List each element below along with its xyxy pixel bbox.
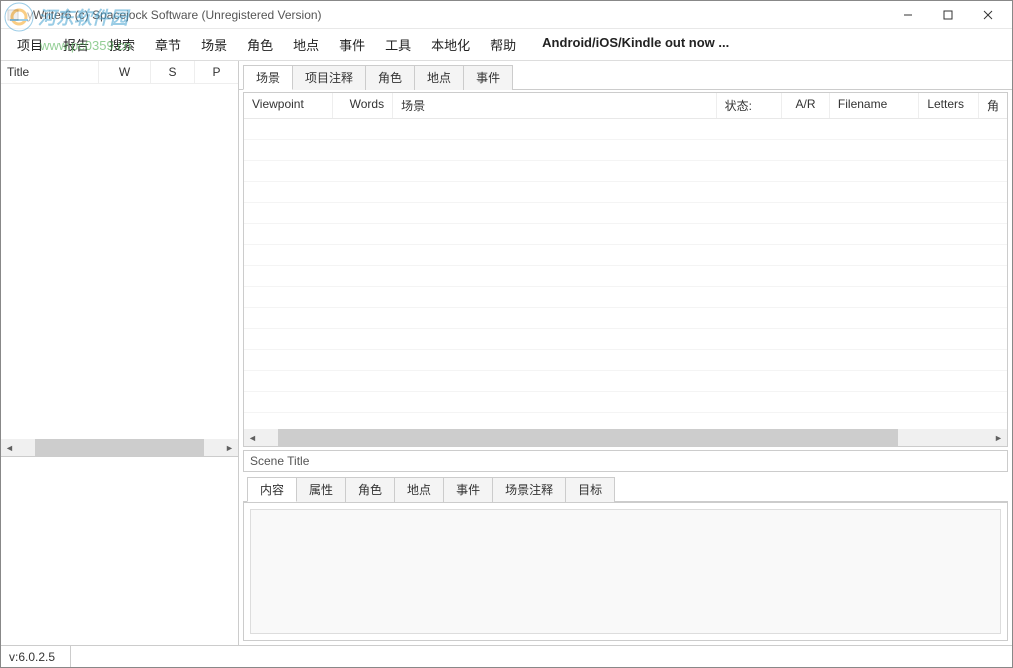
table-row[interactable] bbox=[244, 140, 1007, 161]
col-viewpoint[interactable]: Viewpoint bbox=[244, 93, 333, 118]
table-row[interactable] bbox=[244, 119, 1007, 140]
scroll-right-icon[interactable]: ► bbox=[221, 439, 238, 456]
scroll-thumb[interactable] bbox=[35, 439, 204, 456]
chapter-panel: Title W S P ◄ ► bbox=[1, 61, 238, 457]
menu-character[interactable]: 角色 bbox=[237, 31, 283, 58]
table-row[interactable] bbox=[244, 350, 1007, 371]
col-p[interactable]: P bbox=[195, 61, 238, 83]
window-title: yWriter6 (c) Spacejock Software (Unregis… bbox=[27, 8, 888, 22]
lower-tabs: 内容 属性 角色 地点 事件 场景注释 目标 bbox=[243, 474, 1008, 502]
tab-attrs[interactable]: 属性 bbox=[296, 477, 346, 502]
table-row[interactable] bbox=[244, 203, 1007, 224]
window-controls bbox=[888, 2, 1008, 28]
menu-tools[interactable]: 工具 bbox=[375, 31, 421, 58]
lower-tabs-panel: 内容 属性 角色 地点 事件 场景注释 目标 bbox=[243, 474, 1008, 641]
tab-character2[interactable]: 角色 bbox=[345, 477, 395, 502]
tab-scene[interactable]: 场景 bbox=[243, 65, 293, 90]
col-words[interactable]: Words bbox=[333, 93, 393, 118]
menu-localize[interactable]: 本地化 bbox=[421, 31, 480, 58]
tab-event2[interactable]: 事件 bbox=[443, 477, 493, 502]
status-spacer bbox=[71, 646, 1012, 667]
col-ar[interactable]: A/R bbox=[782, 93, 830, 118]
menu-promo[interactable]: Android/iOS/Kindle out now ... bbox=[532, 31, 739, 58]
table-row[interactable] bbox=[244, 182, 1007, 203]
col-title[interactable]: Title bbox=[1, 61, 99, 83]
chapter-hscroll[interactable]: ◄ ► bbox=[1, 439, 238, 456]
scroll-left-icon[interactable]: ◄ bbox=[1, 439, 18, 456]
upper-tabs: 场景 项目注释 角色 地点 事件 bbox=[239, 62, 1012, 90]
table-row[interactable] bbox=[244, 371, 1007, 392]
scroll-left-icon[interactable]: ◄ bbox=[244, 429, 261, 446]
chapter-grid-header: Title W S P bbox=[1, 61, 238, 84]
col-s[interactable]: S bbox=[151, 61, 195, 83]
table-row[interactable] bbox=[244, 245, 1007, 266]
titlebar: yWriter6 (c) Spacejock Software (Unregis… bbox=[1, 1, 1012, 29]
main-area: Title W S P ◄ ► 场景 项目注释 角色 地点 事件 Viewpoi… bbox=[1, 60, 1012, 645]
scene-grid-body[interactable] bbox=[244, 119, 1007, 429]
menu-project[interactable]: 项目 bbox=[7, 31, 53, 58]
col-letters[interactable]: Letters bbox=[919, 93, 979, 118]
menu-item-event[interactable]: 事件 bbox=[329, 31, 375, 58]
scene-title-box[interactable]: Scene Title bbox=[243, 450, 1008, 472]
scene-hscroll[interactable]: ◄ ► bbox=[244, 429, 1007, 446]
menu-chapter[interactable]: 章节 bbox=[145, 31, 191, 58]
tab-project-notes[interactable]: 项目注释 bbox=[292, 65, 366, 90]
left-column: Title W S P ◄ ► bbox=[1, 61, 239, 645]
tab-scene-notes[interactable]: 场景注释 bbox=[492, 477, 566, 502]
menu-location[interactable]: 地点 bbox=[283, 31, 329, 58]
table-row[interactable] bbox=[244, 224, 1007, 245]
close-button[interactable] bbox=[968, 2, 1008, 28]
menu-report[interactable]: 报告 bbox=[53, 31, 99, 58]
menu-scene[interactable]: 场景 bbox=[191, 31, 237, 58]
table-row[interactable] bbox=[244, 329, 1007, 350]
minimize-button[interactable] bbox=[888, 2, 928, 28]
right-column: 场景 项目注释 角色 地点 事件 Viewpoint Words 场景 状态: … bbox=[239, 61, 1012, 645]
left-bottom-panel[interactable] bbox=[1, 457, 238, 645]
maximize-button[interactable] bbox=[928, 2, 968, 28]
maximize-icon bbox=[943, 10, 953, 20]
scene-content-textarea[interactable] bbox=[250, 509, 1001, 634]
menubar: 项目 报告 搜索 章节 场景 角色 地点 事件 工具 本地化 帮助 Androi… bbox=[1, 29, 1012, 60]
table-row[interactable] bbox=[244, 266, 1007, 287]
table-row[interactable] bbox=[244, 161, 1007, 182]
scene-grid: Viewpoint Words 场景 状态: A/R Filename Lett… bbox=[243, 92, 1008, 447]
scroll-thumb[interactable] bbox=[278, 429, 898, 446]
col-role[interactable]: 角 bbox=[979, 93, 1007, 118]
menu-help[interactable]: 帮助 bbox=[480, 31, 526, 58]
tab-character[interactable]: 角色 bbox=[365, 65, 415, 90]
table-row[interactable] bbox=[244, 392, 1007, 413]
statusbar: v:6.0.2.5 bbox=[1, 645, 1012, 667]
tab-location2[interactable]: 地点 bbox=[394, 477, 444, 502]
col-scene[interactable]: 场景 bbox=[393, 93, 717, 118]
col-w[interactable]: W bbox=[99, 61, 151, 83]
minimize-icon bbox=[903, 10, 913, 20]
scroll-right-icon[interactable]: ► bbox=[990, 429, 1007, 446]
tab-event[interactable]: 事件 bbox=[463, 65, 513, 90]
tab-goal[interactable]: 目标 bbox=[565, 477, 615, 502]
col-status[interactable]: 状态: bbox=[717, 93, 783, 118]
close-icon bbox=[983, 10, 993, 20]
app-icon bbox=[5, 7, 21, 23]
tab-location[interactable]: 地点 bbox=[414, 65, 464, 90]
tab-content[interactable]: 内容 bbox=[247, 477, 297, 502]
col-filename[interactable]: Filename bbox=[830, 93, 919, 118]
table-row[interactable] bbox=[244, 287, 1007, 308]
chapter-grid-body[interactable] bbox=[1, 84, 238, 439]
status-version: v:6.0.2.5 bbox=[1, 646, 71, 667]
table-row[interactable] bbox=[244, 308, 1007, 329]
content-panel bbox=[243, 502, 1008, 641]
scene-grid-header: Viewpoint Words 场景 状态: A/R Filename Lett… bbox=[244, 93, 1007, 119]
menu-search[interactable]: 搜索 bbox=[99, 31, 145, 58]
